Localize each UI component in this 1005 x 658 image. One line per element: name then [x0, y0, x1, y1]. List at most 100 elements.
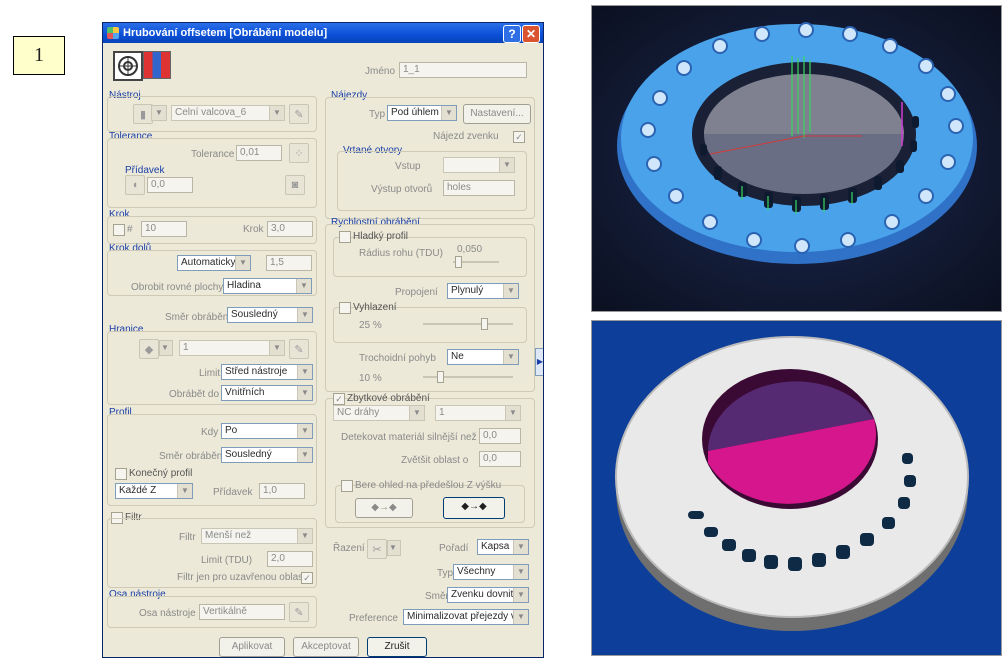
- order-select[interactable]: Kapsa ▼: [477, 539, 529, 555]
- rest-number-select[interactable]: 1 ▼: [435, 405, 521, 421]
- preference-select[interactable]: Minimalizovat přejezdy vzd ▼: [403, 609, 529, 625]
- cancel-button[interactable]: Zrušit: [367, 637, 427, 657]
- filter-closed-label: Filtr jen pro uzavřenou oblast: [177, 572, 306, 583]
- tolerance-label: Tolerance: [191, 149, 235, 160]
- limit-value: Střed nástroje: [225, 366, 288, 377]
- lead-settings-button[interactable]: Nastavení...: [463, 104, 531, 124]
- apply-button[interactable]: Aplikovat: [219, 637, 285, 657]
- lead-outside-checkbox[interactable]: ✓: [513, 131, 525, 143]
- tolerance-field[interactable]: 0,01: [236, 145, 282, 161]
- smooth-profile-label: Hladký profil: [353, 231, 409, 242]
- enlarge-area-field[interactable]: 0,0: [479, 451, 521, 467]
- smoothing-thumb[interactable]: [481, 318, 488, 330]
- final-profile-label: Konečný profil: [129, 468, 193, 479]
- enlarge-area-label: Zvětšit oblast o: [401, 455, 469, 466]
- each-z-select[interactable]: Každé Z ▼: [115, 483, 193, 499]
- previous-z-checkbox[interactable]: [341, 480, 353, 492]
- allowance-field[interactable]: 0,0: [147, 177, 193, 193]
- machine-to-value: Vnitřních: [225, 387, 265, 398]
- link-select[interactable]: Plynulý ▼: [447, 283, 519, 299]
- name-label: Jméno: [365, 66, 396, 77]
- close-button[interactable]: ✕: [522, 25, 540, 43]
- smoothing-checkbox[interactable]: [339, 302, 351, 314]
- profile-direction-select[interactable]: Sousledný ▼: [221, 447, 313, 463]
- tool-axis-label: Osa nástroje: [139, 608, 196, 619]
- order-direction-select[interactable]: Zvenku dovnitř ▼: [447, 587, 529, 603]
- machine-to-select[interactable]: Vnitřních ▼: [221, 385, 313, 401]
- profile-direction-value: Sousledný: [225, 449, 272, 460]
- detect-material-field[interactable]: 0,0: [479, 428, 521, 444]
- hash-label: #: [127, 224, 133, 235]
- lead-outside-label: Nájezd zvenku: [433, 131, 499, 142]
- boundary-icon[interactable]: ◆: [139, 339, 159, 359]
- tool-shape-icon[interactable]: ▮: [133, 104, 153, 124]
- stepdown-field[interactable]: 1,5: [266, 255, 312, 271]
- tool-type-select[interactable]: ▼: [151, 105, 167, 121]
- order-label: Pořadí: [439, 543, 469, 554]
- when-select[interactable]: Po ▼: [221, 423, 313, 439]
- limit-label: Limit: [199, 368, 221, 379]
- corner-radius-thumb[interactable]: [455, 256, 462, 268]
- trochoidal-select[interactable]: Ne ▼: [447, 349, 519, 365]
- edit-boundary-icon[interactable]: ✎: [289, 339, 309, 359]
- accept-button[interactable]: Akceptovat: [293, 637, 359, 657]
- ordering-icon[interactable]: ✂: [367, 539, 387, 559]
- expand-panel-arrow-icon[interactable]: ▶: [535, 348, 543, 376]
- order-type-select[interactable]: Všechny ▼: [453, 564, 529, 580]
- edit-tool-axis-icon[interactable]: ✎: [289, 602, 309, 622]
- smoothing-label: Vyhlazení: [353, 302, 397, 313]
- allowance-icon[interactable]: ◖: [125, 175, 145, 195]
- cut-direction-label: Směr obrábění: [165, 312, 232, 323]
- hole-exit-field[interactable]: holes: [443, 180, 515, 196]
- when-value: Po: [225, 425, 238, 436]
- tolerance-calc-icon[interactable]: ⁘: [289, 143, 309, 163]
- smooth-profile-checkbox[interactable]: [339, 231, 351, 243]
- limit-select[interactable]: Střed nástroje ▼: [221, 364, 313, 380]
- stepover-count-checkbox[interactable]: [113, 224, 125, 236]
- flat-areas-label: Obrobit rovné plochy: [131, 282, 224, 293]
- trochoidal-value: Ne: [451, 351, 464, 362]
- boundary-select[interactable]: 1 ▼: [179, 340, 285, 356]
- profile-direction-label: Směr obrábění: [159, 451, 226, 462]
- edit-tool-icon[interactable]: ✎: [289, 104, 309, 124]
- final-profile-checkbox[interactable]: [115, 468, 127, 480]
- profile-allowance-field[interactable]: 1,0: [259, 483, 305, 499]
- allowance-settings-icon[interactable]: ◙: [285, 175, 305, 195]
- figure-label-1: 1: [13, 36, 65, 75]
- detect-material-label: Detekovat materiál silnější než: [341, 432, 477, 443]
- toolpath-render: [591, 5, 1002, 312]
- filter-limit-field[interactable]: 2,0: [267, 551, 313, 567]
- rest-source-select[interactable]: NC dráhy ▼: [333, 405, 425, 421]
- help-button[interactable]: ?: [503, 25, 521, 43]
- cut-direction-select[interactable]: Sousledný ▼: [227, 307, 313, 323]
- lead-type-select[interactable]: Pod úhlem ▼: [387, 105, 457, 121]
- stepover-count-field[interactable]: 10: [141, 221, 187, 237]
- previous-z-off-button[interactable]: ◆→◆: [355, 498, 413, 518]
- trochoidal-thumb[interactable]: [437, 371, 444, 383]
- part-render: [591, 320, 1002, 656]
- rest-machining-checkbox[interactable]: ✓: [333, 393, 345, 405]
- flat-areas-select[interactable]: Hladina ▼: [223, 278, 312, 294]
- filter-closed-checkbox[interactable]: ✓: [301, 572, 313, 584]
- stepover-field[interactable]: 3,0: [267, 221, 313, 237]
- strategy-offset-icon[interactable]: [113, 51, 143, 81]
- cut-direction-value: Sousledný: [231, 309, 278, 320]
- filter-select[interactable]: Menší než ▼: [201, 528, 313, 544]
- entry-select[interactable]: ▼: [443, 157, 515, 173]
- roughing-dialog: Hrubování offsetem [Obrábění modelu] ? ✕…: [102, 22, 544, 658]
- filter-limit-label: Limit (TDU): [201, 555, 253, 566]
- smoothing-slider[interactable]: [423, 323, 513, 325]
- stepdown-mode-select[interactable]: Automaticky ▼: [177, 255, 251, 271]
- boundary-type-select[interactable]: ▼: [159, 340, 173, 356]
- profile-allowance-label: Přídavek: [213, 487, 253, 498]
- strategy-raster-icon[interactable]: [143, 51, 171, 79]
- tool-select[interactable]: Celní valcova_6 ▼: [171, 105, 285, 121]
- name-field[interactable]: 1_1: [399, 62, 527, 78]
- ordering-select[interactable]: ▼: [387, 540, 401, 556]
- rest-source-value: NC dráhy: [337, 407, 380, 418]
- previous-z-on-button[interactable]: ◆→◆: [443, 497, 505, 519]
- tool-axis-field[interactable]: Vertikálně: [199, 604, 285, 620]
- order-direction-value: Zvenku dovnitř: [451, 589, 517, 600]
- order-type-label: Typ: [437, 568, 454, 579]
- app-icon: [107, 27, 119, 39]
